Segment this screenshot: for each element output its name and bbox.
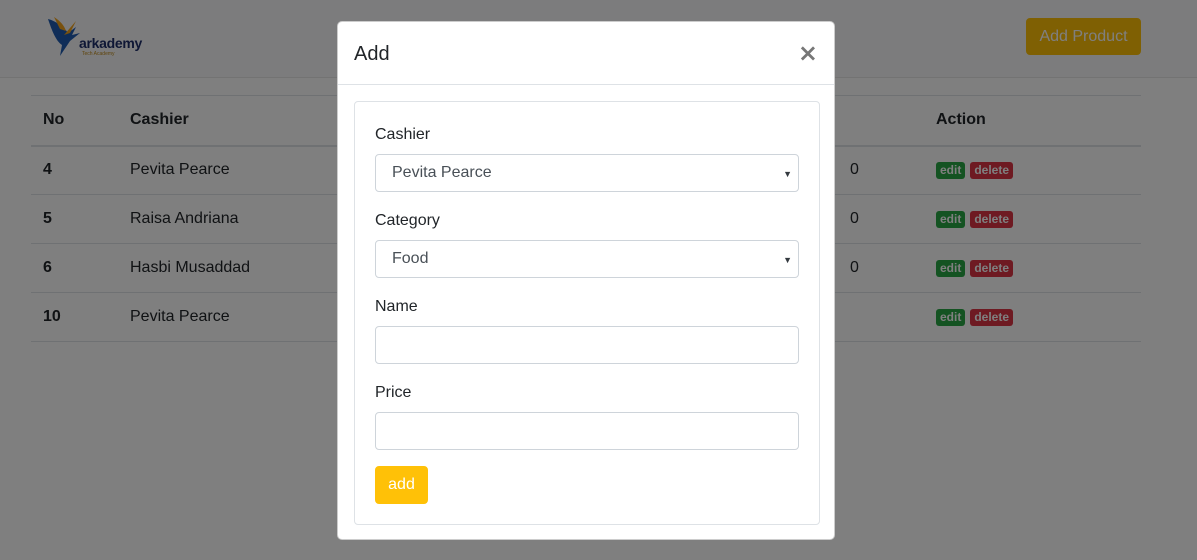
category-select[interactable]: Food ▼	[375, 240, 799, 278]
chevron-down-icon: ▼	[783, 169, 792, 179]
chevron-down-icon: ▼	[783, 255, 792, 265]
add-form: Cashier Pevita Pearce ▼ Category Food ▼ …	[354, 101, 820, 525]
add-modal: Add × Cashier Pevita Pearce ▼ Category F…	[337, 21, 835, 540]
name-input[interactable]	[375, 326, 799, 364]
modal-title: Add	[354, 43, 390, 65]
category-label: Category	[375, 212, 440, 229]
cashier-select[interactable]: Pevita Pearce ▼	[375, 154, 799, 192]
add-submit-button[interactable]: add	[375, 466, 428, 504]
category-select-value: Food	[392, 250, 429, 267]
name-label: Name	[375, 298, 418, 315]
close-icon[interactable]: ×	[798, 39, 818, 67]
modal-header: Add ×	[338, 22, 834, 85]
cashier-select-value: Pevita Pearce	[392, 164, 492, 181]
cashier-label: Cashier	[375, 126, 431, 143]
price-input[interactable]	[375, 412, 799, 450]
price-label: Price	[375, 384, 412, 401]
